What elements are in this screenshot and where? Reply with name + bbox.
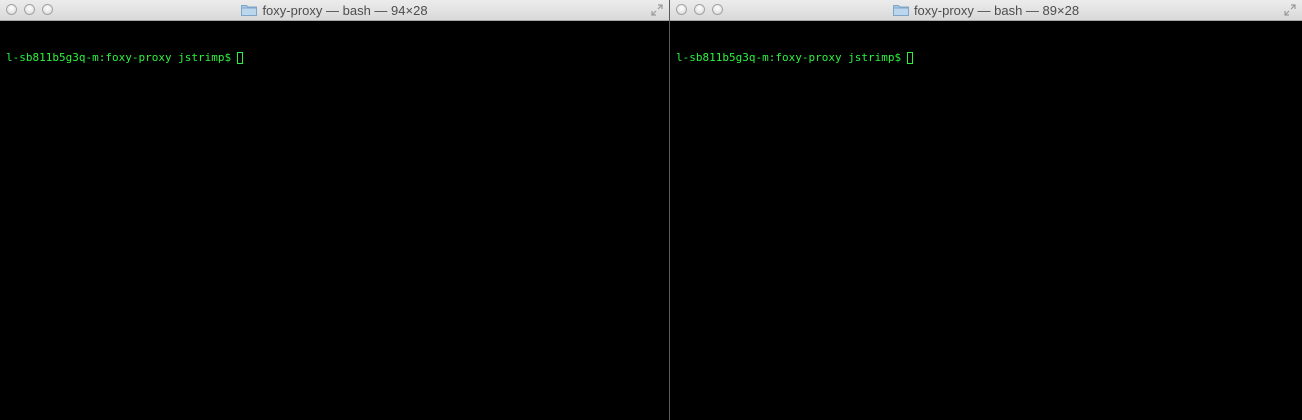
title-bar[interactable]: foxy-proxy — bash — 94×28 (0, 0, 669, 21)
title-bar[interactable]: foxy-proxy — bash — 89×28 (670, 0, 1302, 21)
window-title-text: foxy-proxy — bash — 89×28 (913, 2, 1080, 18)
terminal-content[interactable]: l-sb811b5g3q-m:foxy-proxy jstrimp$ (0, 21, 669, 420)
minimize-button[interactable] (694, 4, 705, 15)
window-controls (6, 4, 53, 15)
close-button[interactable] (6, 4, 17, 15)
window-controls (676, 4, 723, 15)
minimize-button[interactable] (24, 4, 35, 15)
zoom-button[interactable] (712, 4, 723, 15)
terminal-content[interactable]: l-sb811b5g3q-m:foxy-proxy jstrimp$ (670, 21, 1302, 420)
folder-icon (892, 5, 909, 16)
zoom-button[interactable] (42, 4, 53, 15)
window-title: foxy-proxy — bash — 94×28 (241, 2, 428, 18)
folder-icon (241, 5, 258, 16)
screen: foxy-proxy — bash — 94×28 l-sb811b5g3q-m… (0, 0, 1302, 420)
shell-prompt: l-sb811b5g3q-m:foxy-proxy jstrimp$ (6, 51, 232, 64)
shell-prompt: l-sb811b5g3q-m:foxy-proxy jstrimp$ (676, 51, 902, 64)
window-title-text: foxy-proxy — bash — 94×28 (262, 2, 428, 18)
close-button[interactable] (676, 4, 687, 15)
text-cursor (237, 51, 244, 64)
terminal-window-right: foxy-proxy — bash — 89×28 l-sb811b5g3q-m… (669, 0, 1302, 420)
fullscreen-icon[interactable] (1284, 4, 1296, 16)
fullscreen-icon[interactable] (651, 4, 663, 16)
prompt-line: l-sb811b5g3q-m:foxy-proxy jstrimp$ (676, 51, 1302, 64)
text-cursor (907, 51, 914, 64)
terminal-window-left: foxy-proxy — bash — 94×28 l-sb811b5g3q-m… (0, 0, 669, 420)
prompt-line: l-sb811b5g3q-m:foxy-proxy jstrimp$ (6, 51, 669, 64)
window-title: foxy-proxy — bash — 89×28 (892, 2, 1080, 18)
